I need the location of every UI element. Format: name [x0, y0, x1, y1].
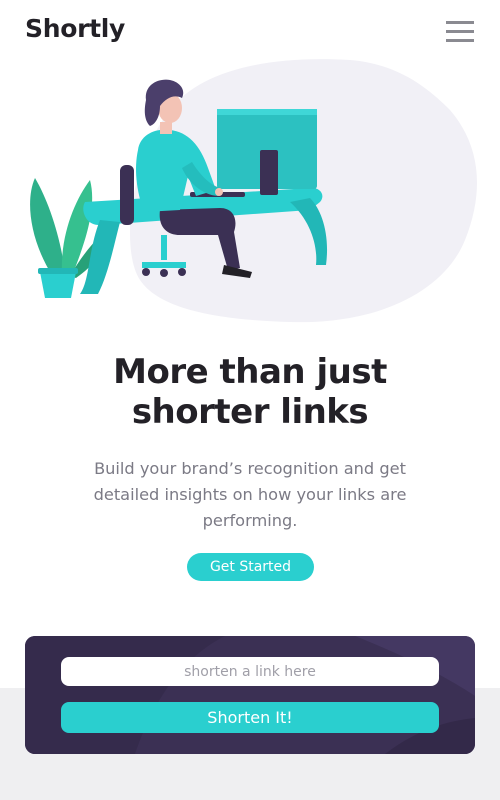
- hero-title-line: More than just: [113, 352, 387, 392]
- hero-title: More than just shorter links: [0, 352, 500, 432]
- get-started-button[interactable]: Get Started: [187, 553, 314, 581]
- person-neck: [160, 122, 172, 134]
- chair-wheel: [160, 269, 168, 277]
- menu-bar: [446, 21, 474, 24]
- person-working-at-desk-illustration: [30, 59, 477, 323]
- shorten-it-button[interactable]: Shorten It!: [61, 702, 439, 733]
- plant-pot: [40, 272, 76, 298]
- chair-wheel: [142, 268, 150, 276]
- hero-description: Build your brand’s recognition and get d…: [93, 459, 407, 530]
- monitor-back: [260, 150, 278, 195]
- menu-bar: [446, 39, 474, 42]
- chair-wheel: [178, 268, 186, 276]
- hamburger-menu-icon[interactable]: [446, 21, 474, 43]
- menu-bar: [446, 30, 474, 33]
- plant-leaf: [30, 178, 65, 275]
- monitor-edge: [217, 109, 317, 115]
- plant-pot-rim: [38, 268, 78, 274]
- shorten-form: Shorten It!: [25, 636, 475, 754]
- person-hand: [215, 188, 223, 196]
- shorten-background-pattern: [25, 636, 475, 754]
- chair-back: [120, 165, 134, 225]
- logo[interactable]: Shortly: [25, 14, 125, 43]
- hero-title-line: shorter links: [131, 392, 369, 432]
- shorten-link-input[interactable]: [61, 657, 439, 686]
- chair-base: [142, 262, 186, 268]
- chair-stem: [161, 235, 167, 260]
